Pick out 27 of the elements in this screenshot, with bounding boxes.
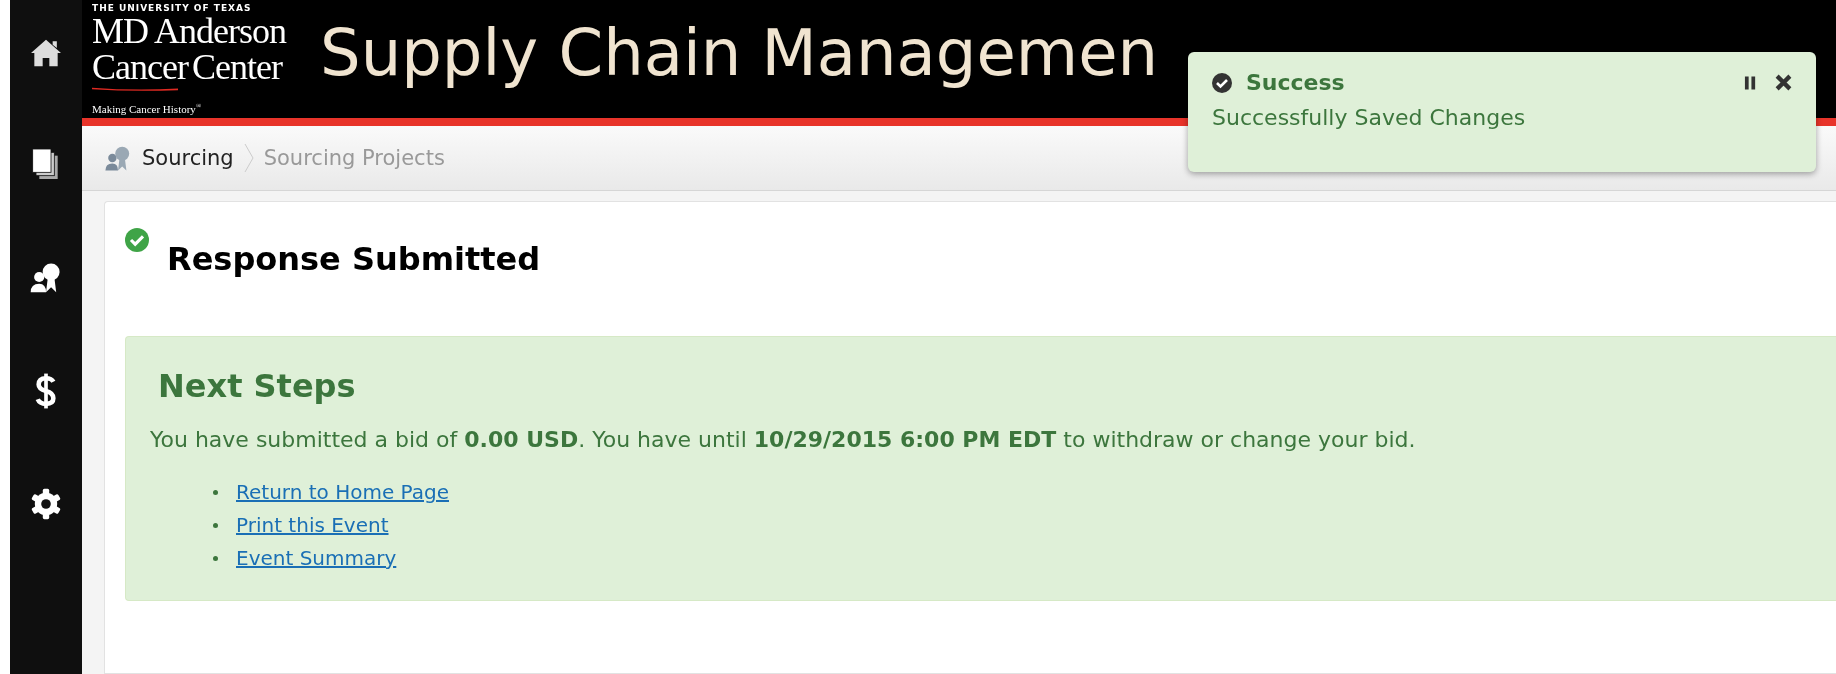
close-icon[interactable] xyxy=(1775,74,1792,91)
panel-heading: Next Steps xyxy=(158,367,357,405)
logo-text: MD Anderson xyxy=(92,12,286,49)
step-link[interactable]: Print this Event xyxy=(236,513,389,537)
logo-text: Center xyxy=(191,48,282,89)
logo-text: THE UNIVERSITY OF TEXAS xyxy=(92,3,253,13)
page-title: Response Submitted xyxy=(167,240,541,278)
dollar-icon[interactable] xyxy=(35,372,57,410)
breadcrumb-link[interactable]: Sourcing xyxy=(142,146,234,170)
logo-tagline: Making Cancer History$^{®}$ xyxy=(92,102,203,115)
step-link[interactable]: Event Summary xyxy=(236,546,397,570)
breadcrumb-link[interactable]: Sourcing Projects xyxy=(263,146,445,170)
home-icon[interactable] xyxy=(29,38,63,68)
breadcrumb-separator xyxy=(243,143,254,173)
check-circle-icon xyxy=(125,228,149,252)
person-award-icon xyxy=(104,144,132,172)
person-award-icon[interactable] xyxy=(29,260,63,294)
documents-icon[interactable] xyxy=(31,146,61,182)
pause-icon[interactable] xyxy=(1744,74,1757,91)
app-title: Supply Chain Managemen xyxy=(320,16,1159,90)
logo-text: Cancer xyxy=(92,48,188,85)
settings-icon[interactable] xyxy=(30,488,62,520)
bid-message: You have submitted a bid of 0.00 USD. You have until 10/29/2015 6:00 PM EDT to withdraw or change your bid. xyxy=(150,427,1417,452)
toast-title: Success xyxy=(1246,70,1346,95)
toast-message: Successfully Saved Changes xyxy=(1212,105,1527,130)
step-link[interactable]: Return to Home Page xyxy=(236,480,449,504)
check-circle-icon xyxy=(1212,72,1232,93)
